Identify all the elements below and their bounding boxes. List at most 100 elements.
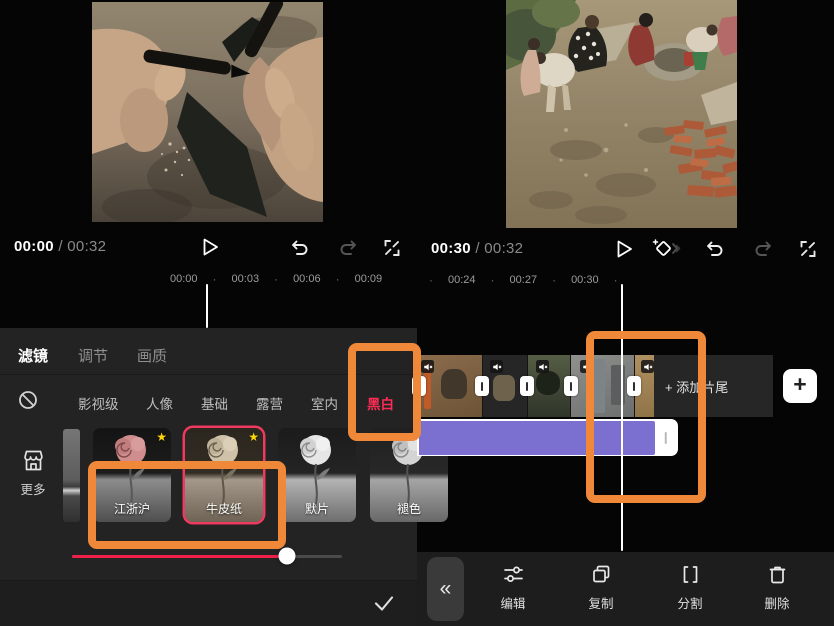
preview-frame-worksite bbox=[506, 0, 737, 228]
category-indoor[interactable]: 室内 bbox=[311, 393, 338, 413]
audio-track-selected[interactable] bbox=[417, 419, 678, 456]
category-camping[interactable]: 露营 bbox=[256, 393, 283, 413]
clip-mute-icon[interactable] bbox=[536, 360, 549, 373]
toolbar-label: 复制 bbox=[588, 593, 613, 612]
toolbar-delete-button[interactable]: 删除 bbox=[745, 563, 809, 612]
current-time: 00:00 bbox=[14, 238, 54, 255]
playhead-left[interactable] bbox=[206, 284, 208, 328]
store-icon bbox=[20, 447, 47, 474]
clip-mute-icon[interactable] bbox=[641, 360, 654, 373]
category-cinematic[interactable]: 影视级 bbox=[78, 393, 119, 413]
check-icon bbox=[372, 592, 396, 614]
playhead-right[interactable] bbox=[621, 284, 623, 551]
panel-footer bbox=[0, 581, 417, 626]
tab-quality-label: 画质 bbox=[137, 348, 167, 365]
tick-label: 00:09 bbox=[355, 273, 383, 285]
filter-thumb-mopian[interactable]: 默片 bbox=[278, 428, 356, 522]
filter-name: 褪色 bbox=[370, 500, 448, 517]
category-label: 露营 bbox=[256, 397, 283, 412]
tick-label: 00:27 bbox=[510, 274, 538, 286]
play-button[interactable] bbox=[199, 236, 221, 258]
add-clip-button[interactable]: + bbox=[783, 369, 817, 403]
fullscreen-icon bbox=[381, 237, 403, 259]
fullscreen-button[interactable] bbox=[797, 238, 819, 260]
more-label: 更多 bbox=[16, 479, 50, 498]
collapse-icon: « bbox=[440, 577, 452, 601]
redo-icon bbox=[753, 238, 775, 260]
timeline-ruler-left: 00:00· 00:03· 00:06· 00:09 bbox=[170, 272, 382, 286]
confirm-button[interactable] bbox=[372, 592, 396, 619]
no-filter-button[interactable] bbox=[18, 390, 38, 415]
tab-quality[interactable]: 画质 bbox=[137, 345, 167, 366]
toolbar-label: 编辑 bbox=[500, 593, 525, 612]
trash-icon bbox=[766, 563, 789, 586]
toolbar-label: 删除 bbox=[764, 593, 789, 612]
category-blackwhite[interactable]: 黑白 bbox=[367, 393, 394, 413]
transition-button[interactable] bbox=[564, 376, 578, 396]
undo-button[interactable] bbox=[703, 238, 725, 260]
add-keyframe-button[interactable] bbox=[651, 237, 681, 266]
undo-button[interactable] bbox=[288, 237, 310, 259]
slider-knob[interactable] bbox=[279, 548, 296, 565]
filter-thumb-niupizhi-selected[interactable]: ★ 牛皮纸 bbox=[185, 428, 263, 522]
redo-button[interactable] bbox=[753, 238, 775, 260]
playback-time-left: 00:00 / 00:32 bbox=[14, 238, 106, 255]
fullscreen-icon bbox=[797, 238, 819, 260]
clip-trim-handle-right[interactable] bbox=[655, 421, 677, 455]
scrolled-thumbnail-edge[interactable] bbox=[63, 429, 80, 522]
category-label: 影视级 bbox=[78, 397, 119, 412]
clip-toolbar: « 编辑 复制 bbox=[417, 552, 834, 626]
play-icon bbox=[199, 236, 221, 258]
star-icon: ★ bbox=[248, 430, 259, 444]
no-filter-icon bbox=[18, 390, 38, 410]
clip-mute-icon[interactable] bbox=[580, 360, 593, 373]
undo-icon bbox=[288, 237, 310, 259]
more-filters-button[interactable]: 更多 bbox=[16, 447, 50, 498]
category-label: 人像 bbox=[146, 397, 173, 412]
transition-button[interactable] bbox=[520, 376, 534, 396]
toolbar-label: 分割 bbox=[677, 593, 702, 612]
filter-name: 默片 bbox=[278, 500, 356, 517]
edit-sliders-icon bbox=[502, 563, 525, 586]
redo-button[interactable] bbox=[338, 237, 360, 259]
current-time: 00:30 bbox=[431, 240, 471, 257]
capcut-dual-screenshot: 00:00 / 00:32 00:00· 00:03· 00:06· 00: bbox=[0, 0, 834, 626]
filter-name: 江浙沪 bbox=[93, 500, 171, 517]
toolbar-split-button[interactable]: 分割 bbox=[658, 563, 722, 612]
playback-time-right: 00:30 / 00:32 bbox=[431, 240, 523, 257]
undo-icon bbox=[703, 238, 725, 260]
play-button[interactable] bbox=[613, 238, 635, 260]
play-icon bbox=[613, 238, 635, 260]
category-label: 基础 bbox=[201, 397, 228, 412]
filter-intensity-slider[interactable] bbox=[72, 555, 342, 558]
filter-thumb-jiangzhehu[interactable]: ★ 江浙沪 bbox=[93, 428, 171, 522]
clip-mute-icon[interactable] bbox=[421, 360, 434, 373]
tick-label: 00:24 bbox=[448, 274, 476, 286]
audio-clip-body[interactable] bbox=[419, 421, 655, 455]
timeline-ruler-right: · 00:24· 00:27· 00:30· bbox=[429, 273, 618, 287]
total-time: 00:32 bbox=[484, 240, 523, 257]
clip-mute-icon[interactable] bbox=[490, 360, 503, 373]
category-portrait[interactable]: 人像 bbox=[146, 393, 173, 413]
tab-filter[interactable]: 滤镜 bbox=[18, 345, 48, 366]
tick-label: 00:03 bbox=[232, 273, 260, 285]
toolbar-copy-button[interactable]: 复制 bbox=[569, 563, 633, 612]
transition-button[interactable] bbox=[412, 376, 426, 396]
fullscreen-button[interactable] bbox=[381, 237, 403, 259]
tick-label: 00:06 bbox=[293, 273, 321, 285]
keyframe-icon bbox=[651, 237, 681, 261]
split-icon bbox=[679, 563, 702, 586]
transition-button[interactable] bbox=[475, 376, 489, 396]
tick-label: 00:00 bbox=[170, 273, 198, 285]
category-basic[interactable]: 基础 bbox=[201, 393, 228, 413]
tab-filter-label: 滤镜 bbox=[18, 348, 48, 365]
category-label: 黑白 bbox=[367, 397, 394, 412]
transition-button[interactable] bbox=[627, 376, 641, 396]
toolbar-edit-button[interactable]: 编辑 bbox=[481, 563, 545, 612]
video-track[interactable]: + 添加片尾 bbox=[417, 355, 773, 417]
add-ending-button[interactable]: + 添加片尾 bbox=[665, 355, 728, 417]
collapse-toolbar-button[interactable]: « bbox=[427, 557, 464, 621]
tab-adjust[interactable]: 调节 bbox=[78, 345, 108, 366]
copy-icon bbox=[590, 563, 613, 586]
video-preview-left bbox=[92, 2, 323, 222]
